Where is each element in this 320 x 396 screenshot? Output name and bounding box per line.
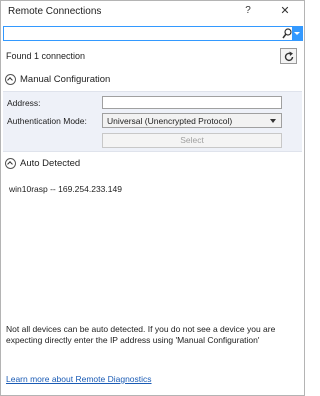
search-dropdown-icon[interactable] [292,27,302,40]
collapse-icon[interactable] [5,74,16,85]
refresh-icon [284,51,294,61]
address-input[interactable] [102,96,282,109]
manual-config-panel: Address: Authentication Mode: Universal … [3,91,302,152]
collapse-icon[interactable] [5,158,16,169]
remote-connections-dialog: Remote Connections ? ✕ Found 1 connectio… [0,0,305,396]
address-label: Address: [7,98,41,108]
refresh-button[interactable] [280,48,297,64]
auth-mode-select[interactable]: Universal (Unencrypted Protocol) [102,113,282,128]
auth-mode-label: Authentication Mode: [7,116,87,126]
learn-more-link[interactable]: Learn more about Remote Diagnostics [6,374,152,384]
auto-detected-title: Auto Detected [20,158,81,169]
info-text: Not all devices can be auto detected. If… [6,324,276,345]
select-button[interactable]: Select [102,133,282,148]
title-bar: Remote Connections ? ✕ [1,1,304,21]
search-box[interactable] [3,26,303,41]
auth-mode-value: Universal (Unencrypted Protocol) [107,116,233,126]
dialog-title: Remote Connections [8,6,102,17]
connection-count: Found 1 connection [6,51,86,61]
manual-config-title: Manual Configuration [20,74,111,85]
device-item[interactable]: win10rasp -- 169.254.233.149 [9,184,122,194]
help-button[interactable]: ? [240,4,256,18]
close-button[interactable]: ✕ [276,4,294,18]
search-input[interactable] [6,28,274,39]
device-list: win10rasp -- 169.254.233.149 [3,173,302,323]
chevron-down-icon [270,119,276,123]
